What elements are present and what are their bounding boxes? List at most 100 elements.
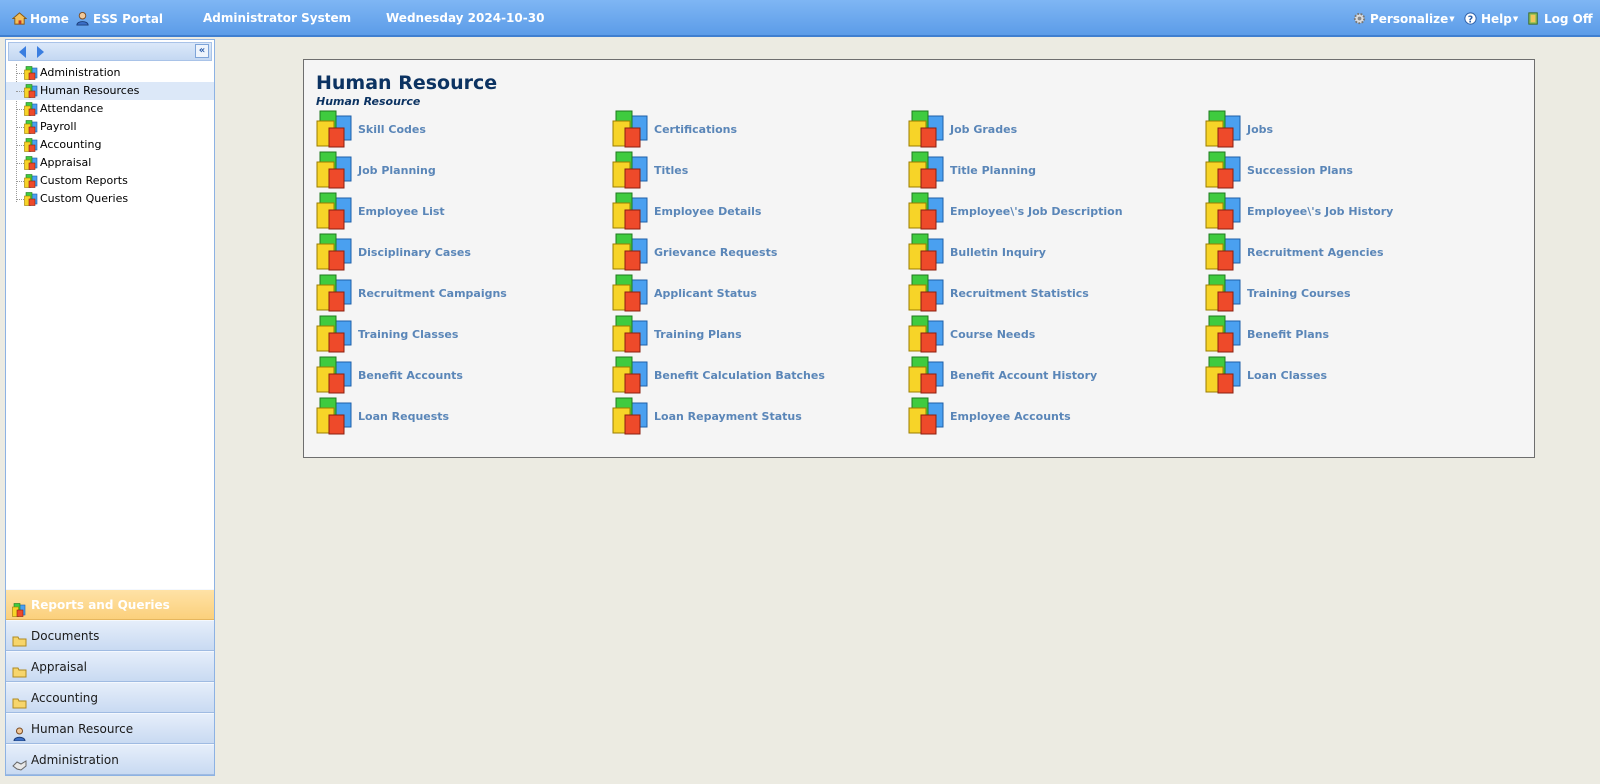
module-icon [24, 138, 38, 152]
module-icon [1205, 192, 1243, 230]
function-link-loan-classes[interactable]: Loan Classes [1205, 355, 1495, 395]
function-link-training-courses[interactable]: Training Courses [1205, 273, 1495, 313]
sidebar-accordion: Reports and Queries Documents Appraisal Acc… [6, 589, 214, 775]
function-link-loan-requests[interactable]: Loan Requests [316, 396, 606, 436]
function-link-succession-plans[interactable]: Succession Plans [1205, 150, 1495, 190]
function-link-grievance-requests[interactable]: Grievance Requests [612, 232, 902, 272]
tree-item-attendance[interactable]: Attendance [6, 100, 214, 118]
module-icon [316, 151, 354, 189]
function-link-training-classes[interactable]: Training Classes [316, 314, 606, 354]
function-link-bulletin-inquiry[interactable]: Bulletin Inquiry [908, 232, 1198, 272]
function-link-skill-codes[interactable]: Skill Codes [316, 109, 606, 149]
function-link-benefit-plans[interactable]: Benefit Plans [1205, 314, 1495, 354]
tree-item-appraisal[interactable]: Appraisal [6, 154, 214, 172]
function-link-label: Benefit Calculation Batches [654, 368, 825, 382]
function-link-label: Loan Classes [1247, 368, 1328, 382]
logoff-link[interactable]: Log Off [1526, 11, 1593, 26]
forward-arrow-icon[interactable] [37, 46, 44, 58]
page-title: Human Resource [316, 72, 498, 94]
function-link-employee-details[interactable]: Employee Details [612, 191, 902, 231]
function-link-label: Course Needs [950, 327, 1036, 341]
tree-item-label: Attendance [40, 102, 104, 115]
tree-item-label: Payroll [40, 120, 77, 133]
accordion-item-reports-and-queries[interactable]: Reports and Queries [6, 589, 214, 620]
module-icon [612, 274, 650, 312]
home-link[interactable]: Home [12, 11, 69, 26]
tree-item-custom-reports[interactable]: Custom Reports [6, 172, 214, 190]
function-link-loan-repayment-status[interactable]: Loan Repayment Status [612, 396, 902, 436]
module-icon [1205, 151, 1243, 189]
function-link-benefit-accounts[interactable]: Benefit Accounts [316, 355, 606, 395]
function-link-label: Training Courses [1247, 286, 1351, 300]
personalize-menu[interactable]: Personalize ▼ [1352, 11, 1455, 26]
tree-item-label: Accounting [40, 138, 102, 151]
tree-item-custom-queries[interactable]: Custom Queries [6, 190, 214, 208]
module-icon [612, 110, 650, 148]
function-link-jobs[interactable]: Jobs [1205, 109, 1495, 149]
module-icon [612, 315, 650, 353]
module-icon [908, 233, 946, 271]
left-panel: « Administration Human Resources Attendanc… [5, 39, 215, 776]
function-link-label: Job Planning [358, 163, 436, 177]
gear-icon [1353, 12, 1366, 25]
module-icon [1205, 233, 1243, 271]
function-link-job-grades[interactable]: Job Grades [908, 109, 1198, 149]
chevron-down-icon: ▼ [1449, 14, 1455, 23]
function-link-employees-job-history[interactable]: Employee\'s Job History [1205, 191, 1495, 231]
accordion-item-human-resource[interactable]: Human Resource [6, 713, 214, 744]
function-link-recruitment-statistics[interactable]: Recruitment Statistics [908, 273, 1198, 313]
current-date: Wednesday 2024-10-30 [386, 11, 545, 25]
module-icon [316, 110, 354, 148]
module-icon [612, 151, 650, 189]
function-link-label: Jobs [1247, 122, 1274, 136]
tree-item-administration[interactable]: Administration [6, 64, 214, 82]
ess-portal-link[interactable]: ESS Portal [75, 11, 163, 26]
function-link-titles[interactable]: Titles [612, 150, 902, 190]
top-bar: Home ESS Portal Administrator System Wed… [0, 0, 1600, 37]
function-link-benefit-account-history[interactable]: Benefit Account History [908, 355, 1198, 395]
tree-item-accounting[interactable]: Accounting [6, 136, 214, 154]
function-link-training-plans[interactable]: Training Plans [612, 314, 902, 354]
module-icon [612, 356, 650, 394]
tree-item-human-resources[interactable]: Human Resources [6, 82, 214, 100]
tree-item-payroll[interactable]: Payroll [6, 118, 214, 136]
function-link-employee-list[interactable]: Employee List [316, 191, 606, 231]
accordion-item-label: Reports and Queries [31, 598, 170, 612]
module-icon [908, 151, 946, 189]
function-link-job-planning[interactable]: Job Planning [316, 150, 606, 190]
collapse-panel-button[interactable]: « [195, 44, 209, 58]
accordion-item-administration[interactable]: Administration [6, 744, 214, 775]
function-link-recruitment-campaigns[interactable]: Recruitment Campaigns [316, 273, 606, 313]
function-link-certifications[interactable]: Certifications [612, 109, 902, 149]
module-icon [316, 233, 354, 271]
function-link-label: Loan Repayment Status [654, 409, 802, 423]
help-icon: ? [1464, 12, 1477, 25]
function-link-disciplinary-cases[interactable]: Disciplinary Cases [316, 232, 606, 272]
back-arrow-icon[interactable] [19, 46, 26, 58]
module-icon [1205, 315, 1243, 353]
module-icon [908, 110, 946, 148]
function-link-employees-job-description[interactable]: Employee\'s Job Description [908, 191, 1198, 231]
svg-text:?: ? [1468, 14, 1473, 25]
function-link-title-planning[interactable]: Title Planning [908, 150, 1198, 190]
help-menu[interactable]: ? Help ▼ [1463, 11, 1518, 26]
function-link-recruitment-agencies[interactable]: Recruitment Agencies [1205, 232, 1495, 272]
function-link-label: Employee Details [654, 204, 762, 218]
accordion-item-label: Documents [31, 629, 100, 643]
accordion-item-accounting[interactable]: Accounting [6, 682, 214, 713]
function-link-benefit-calculation-batches[interactable]: Benefit Calculation Batches [612, 355, 902, 395]
function-link-employee-accounts[interactable]: Employee Accounts [908, 396, 1198, 436]
function-link-label: Applicant Status [654, 286, 757, 300]
module-icon [316, 274, 354, 312]
folder-icon [12, 629, 27, 647]
tree-item-label: Administration [40, 66, 121, 79]
function-link-course-needs[interactable]: Course Needs [908, 314, 1198, 354]
chevron-down-icon: ▼ [1512, 14, 1519, 23]
accordion-item-documents[interactable]: Documents [6, 620, 214, 651]
function-link-label: Job Grades [950, 122, 1018, 136]
tree-item-label: Custom Reports [40, 174, 128, 187]
function-link-applicant-status[interactable]: Applicant Status [612, 273, 902, 313]
function-link-label: Employee List [358, 204, 445, 218]
module-icon [24, 174, 38, 188]
accordion-item-appraisal[interactable]: Appraisal [6, 651, 214, 682]
